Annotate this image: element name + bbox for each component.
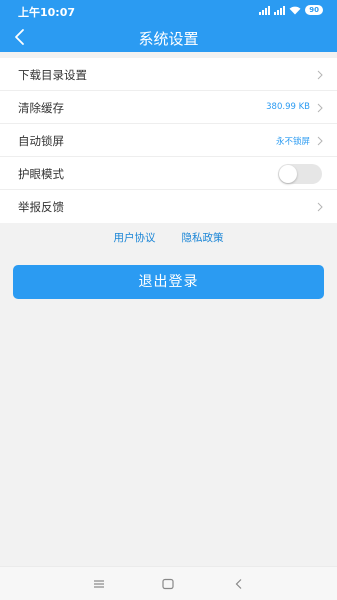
menu-icon[interactable] xyxy=(92,577,106,591)
app-header: 上午10:07 90 系统设置 xyxy=(0,0,337,52)
setting-label: 自动锁屏 xyxy=(18,134,64,148)
chevron-right-icon xyxy=(317,103,323,113)
signal-icon xyxy=(274,5,286,15)
chevron-right-icon xyxy=(317,136,323,146)
signal-icon xyxy=(259,5,271,15)
setting-clear-cache[interactable]: 清除缓存 380.99 KB xyxy=(0,91,337,124)
setting-report-feedback[interactable]: 举报反馈 xyxy=(0,190,337,223)
wifi-icon xyxy=(289,6,301,14)
home-icon[interactable] xyxy=(161,577,175,591)
cache-size-value: 380.99 KB xyxy=(266,102,310,112)
battery-icon: 90 xyxy=(305,5,323,15)
settings-list: 下载目录设置 清除缓存 380.99 KB 自动锁屏 永不锁屏 护眼模式 举报反… xyxy=(0,58,337,223)
setting-label: 护眼模式 xyxy=(18,167,64,181)
privacy-policy-link[interactable]: 隐私政策 xyxy=(182,230,224,245)
status-icons: 90 xyxy=(259,5,323,15)
setting-eye-care-mode: 护眼模式 xyxy=(0,157,337,190)
system-nav-bar xyxy=(0,566,337,600)
page-title: 系统设置 xyxy=(138,30,199,48)
setting-label: 清除缓存 xyxy=(18,101,64,115)
setting-download-directory[interactable]: 下载目录设置 xyxy=(0,58,337,91)
chevron-right-icon xyxy=(317,70,323,80)
back-triangle-icon[interactable] xyxy=(232,577,246,591)
setting-label: 下载目录设置 xyxy=(18,68,87,82)
user-agreement-link[interactable]: 用户协议 xyxy=(114,230,156,245)
setting-label: 举报反馈 xyxy=(18,200,64,214)
toggle-knob xyxy=(279,165,297,183)
eye-care-toggle[interactable] xyxy=(278,164,322,184)
setting-auto-lock[interactable]: 自动锁屏 永不锁屏 xyxy=(0,124,337,157)
logout-button[interactable]: 退出登录 xyxy=(13,265,324,299)
auto-lock-value: 永不锁屏 xyxy=(275,137,310,147)
legal-links: 用户协议 隐私政策 xyxy=(0,230,337,245)
chevron-right-icon xyxy=(317,202,323,212)
nav-bar: 系统设置 xyxy=(0,22,337,52)
status-time: 上午10:07 xyxy=(18,6,76,19)
status-bar: 上午10:07 90 xyxy=(0,0,337,22)
